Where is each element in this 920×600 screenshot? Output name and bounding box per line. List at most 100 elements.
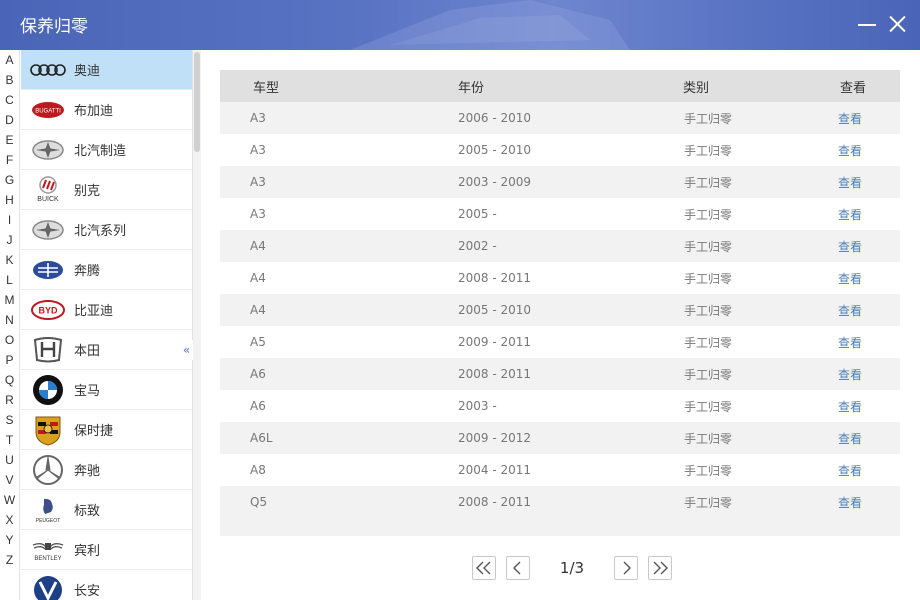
letter-i[interactable]: I bbox=[0, 210, 19, 230]
brand-item[interactable]: BENTLEY 宾利 bbox=[21, 530, 192, 570]
view-link[interactable]: 查看 bbox=[830, 302, 900, 319]
letter-e[interactable]: E bbox=[0, 130, 19, 150]
view-link[interactable]: 查看 bbox=[830, 206, 900, 223]
mercedes-logo-icon bbox=[30, 454, 66, 486]
cell-category: 手工归零 bbox=[684, 143, 733, 158]
table-row: A3 2005 - 2010 手工归零 查看 bbox=[220, 134, 900, 166]
view-link[interactable]: 查看 bbox=[830, 366, 900, 383]
cell-model: Q5 bbox=[250, 495, 268, 509]
brand-item[interactable]: 保时捷 bbox=[21, 410, 192, 450]
cell-model: A4 bbox=[250, 239, 266, 253]
view-link[interactable]: 查看 bbox=[830, 270, 900, 287]
close-button[interactable] bbox=[886, 13, 908, 35]
letter-u[interactable]: U bbox=[0, 450, 19, 470]
letter-l[interactable]: L bbox=[0, 270, 19, 290]
view-link[interactable]: 查看 bbox=[830, 430, 900, 447]
letter-p[interactable]: P bbox=[0, 350, 19, 370]
cell-category: 手工归零 bbox=[684, 463, 733, 478]
view-link[interactable]: 查看 bbox=[830, 462, 900, 479]
brand-name: 北汽系列 bbox=[74, 224, 127, 239]
view-link[interactable]: 查看 bbox=[830, 398, 900, 415]
letter-y[interactable]: Y bbox=[0, 530, 19, 550]
brand-item[interactable]: PEUGEOT 标致 bbox=[21, 490, 192, 530]
svg-text:BUICK: BUICK bbox=[37, 196, 59, 203]
brand-item[interactable]: 奥迪 bbox=[21, 50, 192, 90]
letter-r[interactable]: R bbox=[0, 390, 19, 410]
letter-q[interactable]: Q bbox=[0, 370, 19, 390]
view-link[interactable]: 查看 bbox=[830, 174, 900, 191]
table-row: A3 2003 - 2009 手工归零 查看 bbox=[220, 166, 900, 198]
honda-logo-icon bbox=[30, 334, 66, 366]
page-info: 1/3 bbox=[559, 558, 585, 577]
letter-x[interactable]: X bbox=[0, 510, 19, 530]
view-link[interactable]: 查看 bbox=[830, 238, 900, 255]
cell-model: A4 bbox=[250, 271, 266, 285]
letter-a[interactable]: A bbox=[0, 50, 19, 70]
view-link[interactable]: 查看 bbox=[830, 142, 900, 159]
brand-item[interactable]: 宝马 bbox=[21, 370, 192, 410]
cell-year: 2008 - 2011 bbox=[458, 495, 532, 509]
view-link[interactable]: 查看 bbox=[830, 110, 900, 127]
byd-logo-icon: BYD bbox=[30, 294, 66, 326]
letter-c[interactable]: C bbox=[0, 90, 19, 110]
brand-item[interactable]: BYD 比亚迪 bbox=[21, 290, 192, 330]
cell-year: 2008 - 2011 bbox=[458, 367, 532, 381]
last-page-button[interactable] bbox=[648, 555, 672, 580]
first-page-button[interactable] bbox=[472, 555, 496, 580]
brand-item[interactable]: BUICK 别克 bbox=[21, 170, 192, 210]
double-chevron-left-icon bbox=[476, 561, 491, 574]
letter-h[interactable]: H bbox=[0, 190, 19, 210]
scrollbar-thumb[interactable] bbox=[194, 52, 200, 152]
view-link[interactable]: 查看 bbox=[830, 334, 900, 351]
letter-f[interactable]: F bbox=[0, 150, 19, 170]
cell-model: A6 bbox=[250, 367, 266, 381]
buick-logo-icon: BUICK bbox=[30, 174, 66, 206]
letter-d[interactable]: D bbox=[0, 110, 19, 130]
cell-model: A4 bbox=[250, 303, 266, 317]
cell-category: 手工归零 bbox=[684, 431, 733, 446]
letter-w[interactable]: W bbox=[0, 490, 19, 510]
cell-model: A8 bbox=[250, 463, 266, 477]
brand-item[interactable]: 本田 bbox=[21, 330, 192, 370]
brand-item[interactable]: 北汽制造 bbox=[21, 130, 192, 170]
cell-category: 手工归零 bbox=[684, 399, 733, 414]
brand-item[interactable]: 北汽系列 bbox=[21, 210, 192, 250]
brand-item[interactable]: 奔腾 bbox=[21, 250, 192, 290]
table-row: A4 2005 - 2010 手工归零 查看 bbox=[220, 294, 900, 326]
letter-m[interactable]: M bbox=[0, 290, 19, 310]
brand-list-scrollbar[interactable] bbox=[193, 50, 201, 600]
cell-model: A3 bbox=[250, 111, 266, 125]
prev-page-button[interactable] bbox=[506, 555, 530, 580]
table-row: A3 2005 - 手工归零 查看 bbox=[220, 198, 900, 230]
title-bar: 保养归零 bbox=[0, 0, 920, 50]
brand-item[interactable]: BUGATTI 布加迪 bbox=[21, 90, 192, 130]
cell-model: A5 bbox=[250, 335, 266, 349]
minimize-button[interactable] bbox=[856, 13, 878, 35]
brand-item[interactable]: 奔驰 bbox=[21, 450, 192, 490]
letter-k[interactable]: K bbox=[0, 250, 19, 270]
letter-n[interactable]: N bbox=[0, 310, 19, 330]
brand-name: 宾利 bbox=[74, 544, 101, 559]
letter-t[interactable]: T bbox=[0, 430, 19, 450]
cell-year: 2009 - 2011 bbox=[458, 335, 532, 349]
bmw-logo-icon bbox=[30, 374, 66, 406]
letter-b[interactable]: B bbox=[0, 70, 19, 90]
brand-item[interactable]: 长安 bbox=[21, 570, 192, 600]
baic-series-logo-icon bbox=[30, 214, 66, 246]
letter-o[interactable]: O bbox=[0, 330, 19, 350]
brand-list: 奥迪 BUGATTI 布加迪北汽制造 BUICK 别克北汽系列奔腾 BYD 比亚迪 本田 宝马保… bbox=[21, 50, 193, 600]
cell-year: 2005 - 2010 bbox=[458, 303, 532, 317]
table-row: A6 2003 - 手工归零 查看 bbox=[220, 390, 900, 422]
letter-v[interactable]: V bbox=[0, 470, 19, 490]
table-row: A6 2008 - 2011 手工归零 查看 bbox=[220, 358, 900, 390]
letter-z[interactable]: Z bbox=[0, 550, 19, 570]
letter-s[interactable]: S bbox=[0, 410, 19, 430]
next-page-button[interactable] bbox=[614, 555, 638, 580]
letter-j[interactable]: J bbox=[0, 230, 19, 250]
letter-g[interactable]: G bbox=[0, 170, 19, 190]
brand-name: 北汽制造 bbox=[74, 144, 127, 159]
view-link[interactable]: 查看 bbox=[830, 494, 900, 511]
svg-text:BYD: BYD bbox=[38, 305, 58, 315]
collapse-sidebar-icon[interactable]: « bbox=[180, 340, 193, 360]
brand-name: 奔驰 bbox=[74, 464, 101, 479]
